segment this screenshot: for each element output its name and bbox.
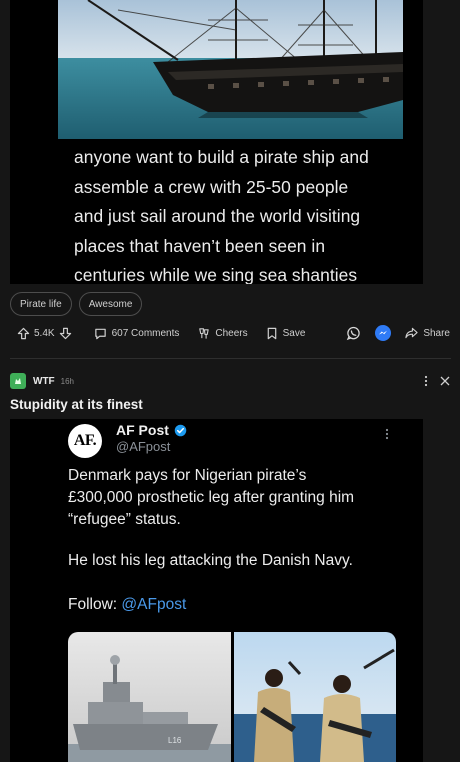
post-header-controls [424,375,450,387]
cheers-button[interactable]: Cheers [197,327,248,340]
post-image-card[interactable]: anyone want to build a pirate ship and a… [10,0,423,284]
meme-caption-line: centuries while we sing sea shanties [74,265,358,284]
arrow-down-icon[interactable] [59,327,72,340]
meme-caption-line: anyone want to build a pirate ship and [74,147,369,167]
messenger-share-button[interactable] [375,325,392,341]
comments-label: 607 Comments [111,327,180,339]
save-label: Save [282,327,306,339]
meme-caption: anyone want to build a pirate ship and a… [74,143,414,284]
follow-link[interactable]: @AFpost [121,596,186,613]
comment-bubble-icon [94,328,106,339]
tweet-follow-line: Follow: @AFpost [68,596,186,614]
cheers-label: Cheers [215,327,248,339]
tag-pirate-life[interactable]: Pirate life [10,292,72,316]
tweet-text-line: Denmark pays for Nigerian pirate’s [68,467,307,484]
more-dots-icon[interactable] [424,375,428,387]
meme-caption-line: and just sail around the world visiting [74,206,361,226]
subreddit-logo-icon [15,378,21,384]
subreddit-avatar[interactable] [10,373,26,389]
more-dots-icon [385,428,389,440]
ship-hull-number: L16 [168,736,182,745]
close-icon[interactable] [440,376,450,386]
vote-control: 5.4K [17,327,72,340]
meme-caption-line: assemble a crew with 25-50 people [74,176,349,197]
share-arrow-icon [405,327,418,339]
account-name-text: AF Post [116,422,169,438]
verified-badge-icon [174,424,187,436]
follow-prefix: Follow: [68,596,122,613]
tweet-text-line: £300,000 prosthetic leg after granting h… [68,489,355,506]
tweet-account-name: AF Post [116,422,187,438]
post-title[interactable]: Stupidity at its finest [10,397,143,412]
comments-button[interactable]: 607 Comments [94,327,180,340]
tweet-screenshot[interactable]: AF. AF Post @AFpost Denmark pays for Nig… [10,419,423,762]
navy-ship-photo: L16 [68,632,231,762]
share-button[interactable]: Share [405,327,450,339]
save-button[interactable]: Save [266,327,306,340]
share-label: Share [423,327,450,339]
messenger-icon [379,330,388,335]
tag-awesome[interactable]: Awesome [78,292,143,316]
subreddit-name[interactable]: WTF [33,376,55,387]
bookmark-icon [267,327,276,339]
tweet-avatar: AF. [68,424,102,458]
tweet-text-line: He lost his leg attacking the Danish Nav… [68,552,353,569]
post-age: 16h [60,376,75,386]
meme-caption-line: places that haven’t been seen in [74,235,326,256]
navy-ship-illustration: L16 [68,632,231,762]
share-group: Share [345,325,450,341]
post-action-bar: 5.4K 607 Comments Cheers Save Share [17,322,450,344]
post-header: WTF 16h [10,372,450,390]
post-tags: Pirate life Awesome [10,292,143,316]
vote-count: 5.4K [34,327,55,339]
pirate-ship-photo [58,0,403,139]
whatsapp-share-button[interactable] [345,325,361,341]
pirates-illustration [234,632,396,762]
pirates-photo [234,632,396,762]
tweet-text-line: “refugee” status. [68,511,181,528]
post-divider [10,358,451,359]
arrow-up-icon[interactable] [17,327,30,340]
tweet-handle: @AFpost [116,439,171,454]
cheers-icon [199,327,210,339]
whatsapp-icon [346,326,360,340]
